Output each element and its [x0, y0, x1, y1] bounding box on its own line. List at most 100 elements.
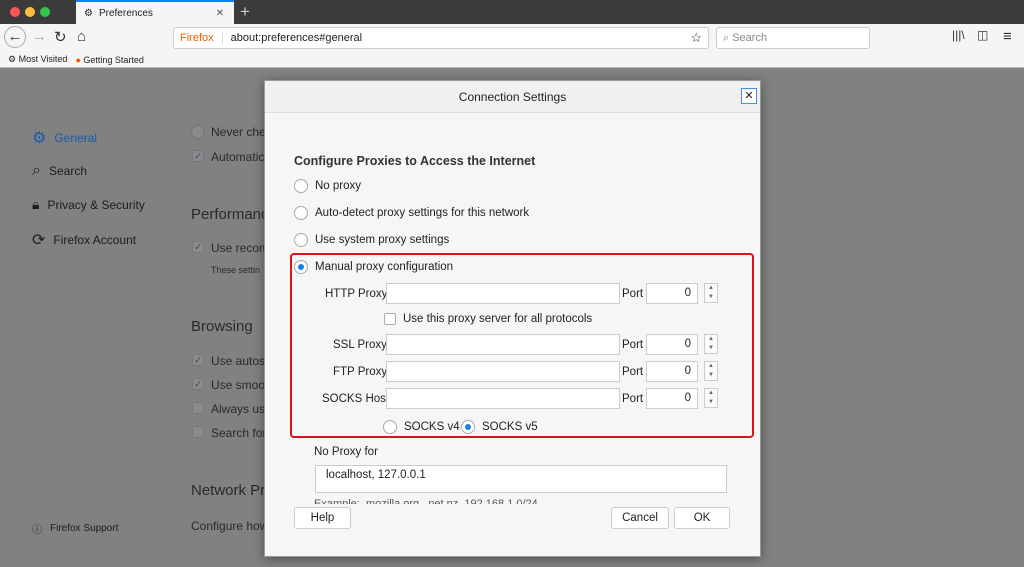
http-port-input[interactable]: 0: [646, 283, 698, 304]
socks-v4-label: SOCKS v4: [404, 421, 460, 433]
sidebar-icon[interactable]: ◫: [977, 28, 988, 42]
autoscroll-checkbox[interactable]: ✓: [192, 354, 204, 366]
http-port-stepper[interactable]: ▲ ▼: [704, 283, 718, 303]
home-button[interactable]: ⌂: [77, 28, 86, 45]
search-input[interactable]: ⌕ Search: [716, 27, 870, 49]
forward-button[interactable]: →: [32, 28, 47, 45]
socks-host-input[interactable]: [386, 388, 620, 409]
ftp-port-label: Port: [622, 366, 644, 378]
smooth-scroll-checkbox[interactable]: ✓: [192, 378, 204, 390]
ok-button[interactable]: OK: [674, 507, 730, 529]
search-for-checkbox[interactable]: [192, 426, 204, 438]
automatically-checkbox[interactable]: ✓: [192, 150, 204, 162]
performance-heading: Performanc: [191, 206, 264, 223]
proxy-heading: Configure Proxies to Access the Internet: [294, 154, 536, 168]
ftp-proxy-input[interactable]: [386, 361, 620, 382]
search-icon: ⌕: [32, 162, 41, 179]
zoom-window-button[interactable]: [40, 7, 50, 17]
use-all-label: Use this proxy server for all protocols: [403, 313, 593, 325]
auto-detect-label: Auto-detect proxy settings for this netw…: [315, 207, 530, 219]
ssl-port-stepper[interactable]: ▲ ▼: [704, 334, 718, 354]
socks-port-label: Port: [622, 393, 644, 405]
socks-v5-label: SOCKS v5: [482, 421, 538, 433]
no-proxy-for-label: No Proxy for: [314, 446, 378, 458]
lock-icon: 🔒︎: [32, 196, 40, 212]
tab-title: Preferences: [98, 7, 153, 19]
close-window-button[interactable]: [10, 7, 20, 17]
auto-detect-radio[interactable]: [294, 206, 308, 220]
reload-button[interactable]: ↻: [54, 28, 67, 46]
always-use-label: Always use: [211, 402, 264, 416]
cancel-button[interactable]: Cancel: [611, 507, 669, 529]
help-icon: ⓘ: [32, 525, 42, 536]
title-bar: ⚙ Preferences ✕ +: [0, 0, 1024, 24]
ftp-port-input[interactable]: 0: [646, 361, 698, 382]
menu-icon[interactable]: ≡: [1003, 28, 1012, 45]
dialog-close-button[interactable]: ✕: [741, 88, 757, 104]
url-text: about:preferences#general: [230, 32, 363, 44]
system-proxy-label: Use system proxy settings: [315, 234, 450, 246]
firefox-brand: Firefox: [174, 32, 223, 44]
ssl-port-input[interactable]: 0: [646, 334, 698, 355]
manual-proxy-radio[interactable]: [294, 260, 308, 274]
bookmark-getting-started[interactable]: ● Getting Started: [75, 55, 144, 65]
these-settings-text: These settin: [211, 265, 261, 275]
automatically-label: Automatica: [211, 150, 264, 164]
sync-icon: ⟳: [32, 232, 46, 249]
search-for-label: Search for: [211, 426, 264, 440]
example-text: Example: .mozilla.org, .net.nz, 192.168.…: [314, 498, 538, 504]
library-icon[interactable]: |||\: [952, 28, 965, 42]
system-proxy-radio[interactable]: [294, 233, 308, 247]
firefox-support-link[interactable]: ⓘ Firefox Support: [32, 521, 118, 536]
sidebar-item-general[interactable]: ⚙ General: [32, 128, 97, 148]
gear-icon: ⚙: [32, 130, 47, 147]
http-proxy-input[interactable]: [386, 283, 620, 304]
socks-port-stepper[interactable]: ▲ ▼: [704, 388, 718, 408]
use-recommended-checkbox[interactable]: ✓: [192, 241, 204, 253]
connection-settings-dialog: Connection Settings ✕ Configure Proxies …: [264, 80, 761, 557]
http-proxy-label: HTTP Proxy: [325, 288, 388, 300]
always-use-checkbox[interactable]: [192, 402, 204, 414]
search-placeholder: Search: [732, 32, 768, 44]
sidebar-item-privacy[interactable]: 🔒︎ Privacy & Security: [32, 196, 145, 213]
search-icon: ⌕: [723, 32, 733, 44]
smooth-scroll-label: Use smoot: [211, 378, 264, 392]
gear-icon: ⚙: [84, 7, 93, 19]
configure-text: Configure how: [191, 519, 264, 533]
bookmarks-bar: ⚙ Most Visited ● Getting Started: [0, 52, 1024, 68]
star-icon[interactable]: ☆: [690, 30, 702, 46]
use-recommended-label: Use recom: [211, 241, 264, 255]
socks-v5-radio[interactable]: [461, 420, 475, 434]
socks-v4-radio[interactable]: [383, 420, 397, 434]
no-proxy-radio[interactable]: [294, 179, 308, 193]
ssl-proxy-label: SSL Proxy: [333, 339, 387, 351]
new-tab-button[interactable]: +: [240, 2, 250, 22]
no-proxy-for-input[interactable]: localhost, 127.0.0.1: [315, 465, 727, 493]
dialog-title: Connection Settings: [265, 81, 760, 113]
ftp-proxy-label: FTP Proxy: [333, 366, 388, 378]
never-check-radio[interactable]: [191, 125, 205, 139]
minimize-window-button[interactable]: [25, 7, 35, 17]
nav-bar: ← → ↻ ⌂ Firefox about:preferences#general…: [0, 24, 1024, 52]
network-heading: Network Pr: [191, 482, 264, 499]
socks-port-input[interactable]: 0: [646, 388, 698, 409]
manual-proxy-label: Manual proxy configuration: [315, 261, 454, 273]
ssl-port-label: Port: [622, 339, 644, 351]
url-bar[interactable]: Firefox about:preferences#general ☆: [173, 27, 709, 49]
ssl-proxy-input[interactable]: [386, 334, 620, 355]
back-button[interactable]: ←: [4, 26, 26, 48]
sidebar-item-firefox-account[interactable]: ⟳ Firefox Account: [32, 230, 136, 250]
bookmark-most-visited[interactable]: ⚙ Most Visited: [8, 54, 67, 65]
help-button[interactable]: Help: [294, 507, 351, 529]
never-check-label: Never chec: [211, 125, 264, 139]
socks-host-label: SOCKS Host: [322, 393, 390, 405]
tab-preferences[interactable]: ⚙ Preferences ✕: [76, 0, 234, 24]
sidebar-item-search[interactable]: ⌕ Search: [32, 162, 87, 180]
ftp-port-stepper[interactable]: ▲ ▼: [704, 361, 718, 381]
no-proxy-label: No proxy: [315, 180, 362, 192]
browsing-heading: Browsing: [191, 318, 253, 335]
use-all-checkbox[interactable]: [384, 313, 396, 325]
http-port-label: Port: [622, 288, 644, 300]
close-tab-icon[interactable]: ✕: [216, 8, 224, 19]
autoscroll-label: Use autosc: [211, 354, 264, 368]
